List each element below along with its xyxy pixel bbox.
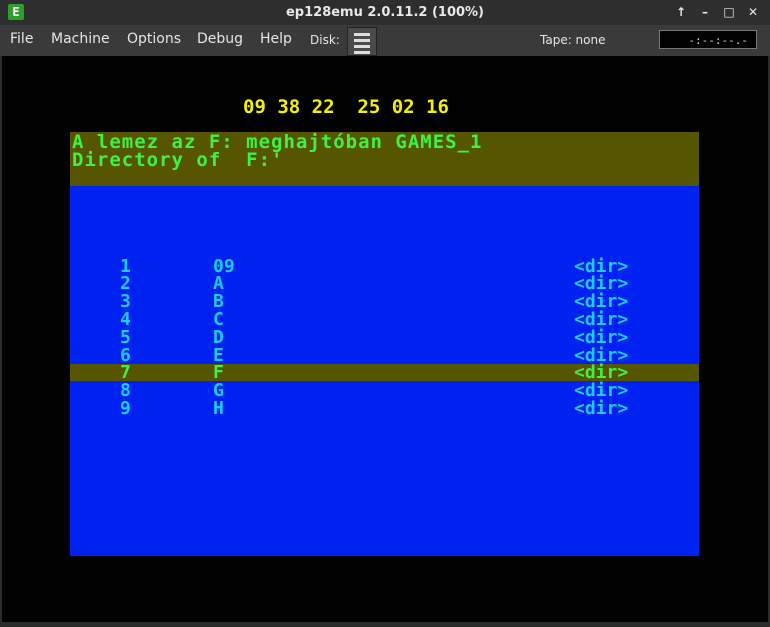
list-item[interactable]: 4 C <dir> <box>70 309 699 330</box>
entry-number: 5 <box>120 327 131 348</box>
entry-name: C <box>213 309 224 330</box>
entry-type: <dir> <box>574 273 629 294</box>
entry-type: <dir> <box>574 362 629 383</box>
entry-name: A <box>213 273 224 294</box>
disk-label: Disk: <box>310 33 340 47</box>
list-item[interactable]: 2 A <dir> <box>70 273 699 294</box>
disk-activity-icon[interactable] <box>347 27 377 56</box>
entry-name: G <box>213 380 224 401</box>
entry-type: <dir> <box>574 380 629 401</box>
entry-name: H <box>213 398 224 419</box>
list-item[interactable]: 3 B <dir> <box>70 291 699 312</box>
entry-type: <dir> <box>574 309 629 330</box>
entry-number: 3 <box>120 291 131 312</box>
list-item[interactable]: 8 G <dir> <box>70 380 699 401</box>
close-button[interactable]: ✕ <box>744 3 762 21</box>
entry-name: D <box>213 327 224 348</box>
directory-list: 1 09 <dir> 2 A <dir> 3 B <dir> 4 C <dir>… <box>70 186 699 556</box>
maximize-button[interactable]: □ <box>720 3 738 21</box>
list-item-selected[interactable]: 7 F <dir> <box>70 362 699 383</box>
window-title: ep128emu 2.0.11.2 (100%) <box>285 5 484 20</box>
list-item[interactable]: 9 H <dir> <box>70 398 699 419</box>
list-item[interactable]: 5 D <dir> <box>70 327 699 348</box>
entry-name: F <box>213 362 224 383</box>
keep-above-button[interactable]: ↑ <box>672 3 690 21</box>
menu-file[interactable]: File <box>10 31 33 47</box>
menu-debug[interactable]: Debug <box>197 31 243 47</box>
clock-display: 09 38 22 25 02 16 <box>243 96 449 118</box>
entry-type: <dir> <box>574 398 629 419</box>
title-bar: E ep128emu 2.0.11.2 (100%) ↑ – □ ✕ <box>0 0 770 25</box>
entry-number: 9 <box>120 398 131 419</box>
header-line-2: Directory of F:' <box>72 149 284 171</box>
entry-number: 2 <box>120 273 131 294</box>
emulator-screen[interactable]: 09 38 22 25 02 16 A lemez az F: meghajtó… <box>2 56 768 622</box>
entry-name: B <box>213 291 224 312</box>
window-bottom-border <box>0 622 770 627</box>
directory-header: A lemez az F: meghajtóban GAMES_1 Direct… <box>70 131 699 186</box>
entry-type: <dir> <box>574 327 629 348</box>
menu-help[interactable]: Help <box>260 31 292 47</box>
entry-number: 7 <box>120 362 131 383</box>
menu-options[interactable]: Options <box>127 31 181 47</box>
entry-number: 8 <box>120 380 131 401</box>
entry-type: <dir> <box>574 291 629 312</box>
menu-bar: File Machine Options Debug Help Disk: Ta… <box>0 25 770 56</box>
menu-machine[interactable]: Machine <box>51 31 110 47</box>
tape-status: Tape: none <box>540 33 606 47</box>
window-controls: ↑ – □ ✕ <box>672 3 762 21</box>
entry-number: 4 <box>120 309 131 330</box>
tape-position-display: -:--:--.- <box>659 30 757 49</box>
minimize-button[interactable]: – <box>696 3 714 21</box>
